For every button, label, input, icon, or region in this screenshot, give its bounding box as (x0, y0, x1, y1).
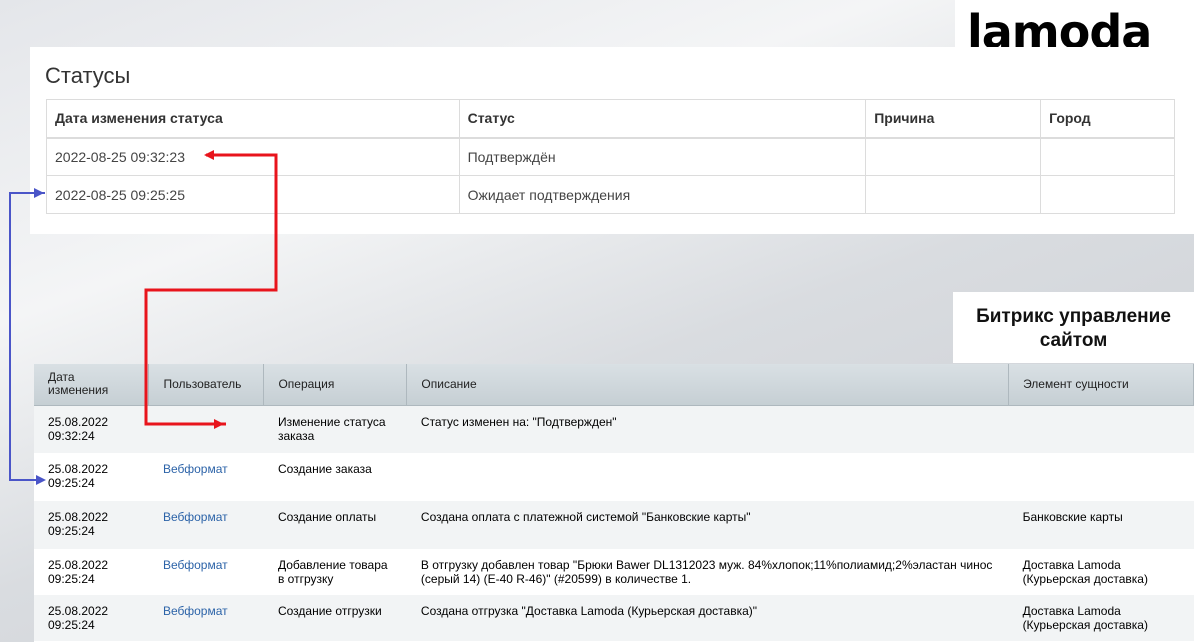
user-link[interactable]: Вебформат (163, 510, 228, 524)
cell-description: Создана отгрузка "Доставка Lamoda (Курье… (406, 595, 1009, 641)
status-value: Подтверждён (458, 137, 867, 176)
col-status-date: Дата изменения статуса (46, 99, 460, 139)
table-row: 25.08.2022 09:25:24 Вебформат Создание за… (34, 453, 1194, 501)
col-entity[interactable]: Элемент сущности (1008, 364, 1194, 406)
table-row: 25.08.2022 09:25:24 Вебформат Добавление … (34, 549, 1194, 595)
status-city (1040, 175, 1175, 214)
col-user[interactable]: Пользователь (148, 364, 265, 406)
cell-user: Вебформат (148, 501, 264, 549)
statuses-panel: Статусы Дата изменения статуса Статус Пр… (30, 47, 1194, 234)
bitrix-label-line1: Битрикс управление (976, 306, 1171, 327)
bitrix-grid-panel: Дата изменения Пользователь Операция Опи… (34, 364, 1194, 642)
statuses-table: Дата изменения статуса Статус Причина Го… (46, 99, 1175, 214)
status-reason (865, 137, 1042, 176)
table-row: 25.08.2022 09:25:24 Вебформат Создание от… (34, 595, 1194, 641)
table-row: 25.08.2022 09:32:24 Изменение статуса зак… (34, 405, 1194, 453)
cell-user: Вебформат (148, 595, 264, 641)
cell-entity: Банковские карты (1008, 501, 1194, 549)
cell-description: Статус изменен на: "Подтвержден" (406, 405, 1009, 453)
cell-operation: Создание оплаты (263, 501, 407, 549)
cell-user: Вебформат (148, 453, 264, 501)
cell-operation: Добавление товара в отгрузку (263, 549, 407, 595)
cell-user (148, 405, 264, 453)
status-city (1040, 137, 1175, 176)
table-row: 25.08.2022 09:25:24 Вебформат Создание оп… (34, 501, 1194, 549)
col-city: Город (1040, 99, 1175, 139)
cell-description: Создана оплата с платежной системой "Бан… (406, 501, 1009, 549)
user-link[interactable]: Вебформат (163, 558, 228, 572)
user-link[interactable]: Вебформат (163, 604, 228, 618)
cell-entity: Доставка Lamoda (Курьерская доставка) (1008, 595, 1194, 641)
status-value: Ожидает подтверждения (458, 175, 867, 214)
status-date: 2022-08-25 09:25:25 (46, 175, 460, 214)
status-reason (865, 175, 1042, 214)
table-row: 2022-08-25 09:25:25 Ожидает подтверждени… (46, 175, 1175, 214)
bitrix-header-row: Дата изменения Пользователь Операция Опи… (34, 364, 1194, 406)
col-status: Статус (458, 99, 867, 139)
statuses-header-row: Дата изменения статуса Статус Причина Го… (46, 99, 1175, 139)
cell-user: Вебформат (148, 549, 264, 595)
status-date: 2022-08-25 09:32:23 (46, 137, 460, 176)
cell-operation: Изменение статуса заказа (263, 405, 407, 453)
cell-date: 25.08.2022 09:32:24 (34, 405, 149, 453)
cell-description (406, 453, 1009, 501)
col-description[interactable]: Описание (406, 364, 1010, 406)
col-change-date[interactable]: Дата изменения (34, 364, 150, 406)
statuses-title: Статусы (45, 63, 131, 88)
cell-entity: Доставка Lamoda (Курьерская доставка) (1008, 549, 1194, 595)
cell-description: В отгрузку добавлен товар "Брюки Bawer D… (406, 549, 1009, 595)
cell-entity (1008, 453, 1194, 501)
cell-date: 25.08.2022 09:25:24 (34, 595, 149, 641)
col-operation[interactable]: Операция (263, 364, 408, 406)
cell-date: 25.08.2022 09:25:24 (34, 453, 149, 501)
table-row: 2022-08-25 09:32:23 Подтверждён (46, 137, 1175, 176)
bitrix-history-table: Дата изменения Пользователь Операция Опи… (34, 364, 1194, 641)
cell-date: 25.08.2022 09:25:24 (34, 549, 149, 595)
col-reason: Причина (865, 99, 1042, 139)
bitrix-label-line2: сайтом (1039, 330, 1108, 351)
cell-entity (1008, 405, 1194, 453)
cell-operation: Создание отгрузки (263, 595, 407, 641)
cell-operation: Создание заказа (263, 453, 407, 501)
user-link[interactable]: Вебформат (163, 462, 228, 476)
bitrix-label: Битрикс управление сайтом (953, 292, 1194, 363)
cell-date: 25.08.2022 09:25:24 (34, 501, 149, 549)
